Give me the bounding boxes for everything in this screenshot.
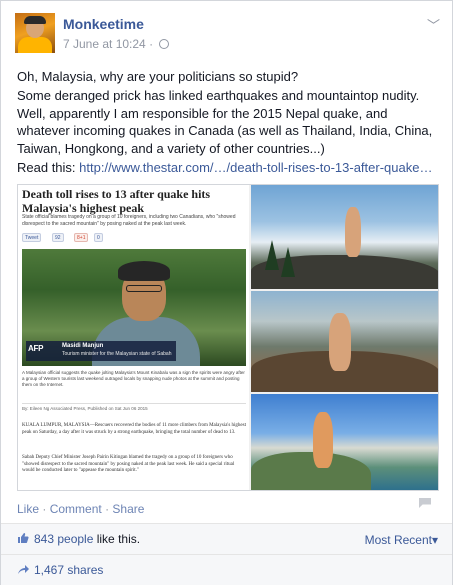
tweet-count: 92 bbox=[52, 233, 64, 242]
article-share-buttons: Tweet 92 8+1 0 bbox=[22, 233, 246, 243]
chevron-down-icon[interactable]: ﹀ bbox=[427, 15, 440, 34]
avatar-shirt bbox=[18, 37, 52, 53]
tag-icon[interactable] bbox=[419, 498, 431, 508]
author-name[interactable]: Monkeetime bbox=[63, 16, 144, 32]
article-subhead: State official blames tragedy on a group… bbox=[22, 214, 236, 227]
tweet-button: Tweet bbox=[22, 233, 42, 242]
post-text-line2: Some deranged prick has linked earthquak… bbox=[17, 88, 433, 156]
post-header: Monkeetime 7 June at 10:24 · ﹀ bbox=[15, 13, 440, 57]
likes-count[interactable]: 843 people bbox=[34, 532, 93, 546]
gplus-button: 8+1 bbox=[74, 233, 89, 242]
mountain-photo-1 bbox=[251, 185, 438, 289]
post-text-line1: Oh, Malaysia, why are your politicians s… bbox=[17, 69, 299, 84]
lower-third: AFP Masidi Manjun Tourism minister for t… bbox=[26, 341, 176, 361]
thumbs-up-icon bbox=[18, 533, 29, 543]
mountain-photo-3 bbox=[251, 394, 438, 490]
article-video-still: AFP Masidi Manjun Tourism minister for t… bbox=[22, 249, 246, 366]
article-headline: Death toll rises to 13 after quake hits … bbox=[22, 187, 211, 215]
figure-silhouette bbox=[329, 313, 351, 371]
figure-silhouette bbox=[313, 412, 333, 468]
man-hair bbox=[118, 261, 170, 281]
caret-down-icon: ▾ bbox=[431, 533, 438, 547]
share-arrow-icon bbox=[18, 565, 29, 574]
likes-suffix: like this. bbox=[93, 532, 141, 546]
summit-rock bbox=[251, 255, 438, 289]
lower-third-name: Masidi Manjun bbox=[62, 343, 104, 349]
post-actions: Like · Comment · Share bbox=[17, 502, 144, 516]
mountain-photo-2 bbox=[251, 291, 438, 392]
sort-label: Most Recent bbox=[364, 533, 432, 547]
tweet-label: Tweet bbox=[25, 235, 39, 241]
post-card: Monkeetime 7 June at 10:24 · ﹀ Oh, Malay… bbox=[0, 0, 453, 585]
meta-separator: · bbox=[149, 37, 154, 51]
article-byline: By: Eileen Ng Associated Press, Publishe… bbox=[22, 403, 246, 411]
like-button[interactable]: Like bbox=[17, 502, 39, 516]
afp-logo: AFP bbox=[28, 344, 44, 353]
post-photo[interactable]: Death toll rises to 13 after quake hits … bbox=[17, 184, 439, 491]
action-separator: · bbox=[42, 502, 47, 516]
action-separator: · bbox=[105, 502, 110, 516]
author-avatar[interactable] bbox=[15, 13, 55, 53]
article-screenshot: Death toll rises to 13 after quake hits … bbox=[18, 185, 249, 490]
share-button[interactable]: Share bbox=[112, 502, 144, 516]
meadow-slope bbox=[251, 452, 371, 490]
shares-bar: 1,467 shares bbox=[1, 555, 452, 585]
post-meta: 7 June at 10:24 · bbox=[63, 37, 170, 51]
likes-bar: 843 people like this. Most Recent▾ bbox=[1, 524, 452, 554]
post-read-line: Read this: http://www.thestar.com/…/deat… bbox=[17, 159, 443, 177]
gplus-count: 0 bbox=[94, 233, 103, 242]
man-glasses bbox=[126, 285, 162, 292]
likes-summary: 843 people like this. bbox=[34, 532, 140, 546]
lower-third-role: Tourism minister for the Malaysian state… bbox=[62, 351, 172, 357]
tree-shape bbox=[265, 240, 279, 270]
article-body-para1: KUALA LUMPUR, MALAYSIA—Rescuers recovere… bbox=[22, 423, 246, 435]
article-caption: A Malaysian official suggests the quake … bbox=[22, 370, 245, 387]
read-prefix: Read this: bbox=[17, 160, 80, 175]
tree-shape bbox=[281, 247, 295, 277]
article-body-para2: Sabah Deputy Chief Minister Joseph Pairi… bbox=[22, 455, 235, 473]
figure-silhouette bbox=[345, 207, 361, 257]
article-link[interactable]: http://www.thestar.com/…/death-toll-rise… bbox=[79, 160, 432, 175]
sort-dropdown[interactable]: Most Recent▾ bbox=[365, 533, 438, 547]
comment-button[interactable]: Comment bbox=[50, 502, 102, 516]
post-timestamp[interactable]: 7 June at 10:24 bbox=[63, 37, 146, 51]
avatar-cap bbox=[24, 16, 46, 24]
globe-icon[interactable] bbox=[159, 39, 170, 49]
shares-count[interactable]: 1,467 shares bbox=[34, 563, 103, 577]
